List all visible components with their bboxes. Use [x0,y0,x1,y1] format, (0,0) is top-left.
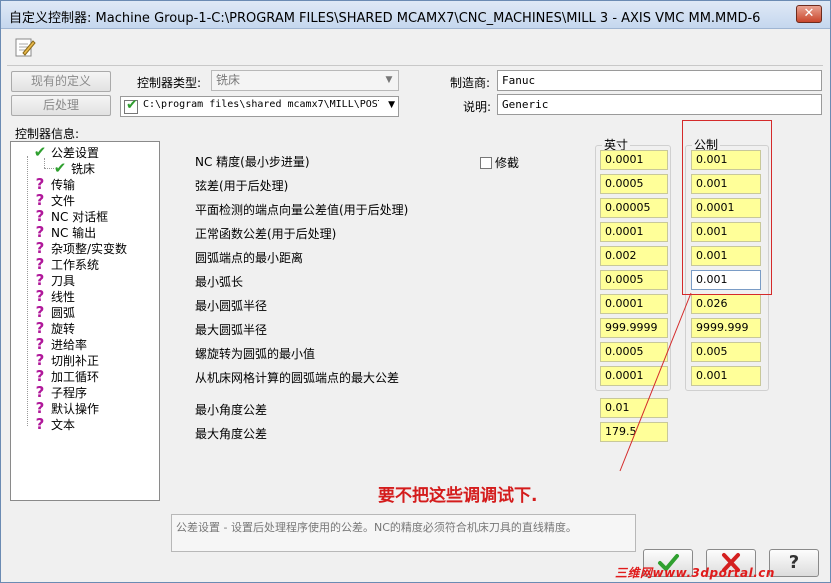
inch-value-field[interactable]: 0.0005 [600,174,668,194]
tree-item-misc-variables[interactable]: ? 杂项整/实变数 [33,239,127,257]
highlight-rectangle [682,120,772,295]
trim-checkbox[interactable]: 修截 [480,154,519,171]
tree-item-tolerance[interactable]: ✔ 公差设置 [33,143,99,161]
manufacturer-label: 制造商: [450,76,491,90]
tree-item-cutter-comp[interactable]: ? 切削补正 [33,351,99,369]
question-icon: ? [35,351,45,369]
question-icon: ? [35,255,45,273]
custom-controller-dialog: 自定义控制器: Machine Group-1-C:\PROGRAM FILES… [0,0,831,583]
inch-value-field[interactable]: 0.002 [600,246,668,266]
tolerance-label: 弦差(用于后处理) [195,179,289,193]
inch-value-field[interactable]: 0.00005 [600,198,668,218]
description-label: 说明: [463,100,492,114]
tolerance-label: NC 精度(最小步进量) [195,155,310,169]
description-field[interactable]: Generic [497,94,822,115]
tolerance-label: 正常函数公差(用于后处理) [195,227,337,241]
tree-item-subprograms[interactable]: ? 子程序 [33,383,87,401]
tree-item-work-system[interactable]: ? 工作系统 [33,255,99,273]
tolerance-label: 最大圆弧半径 [195,323,268,337]
controller-type-label: 控制器类型: [137,76,202,90]
edit-notepad-icon[interactable] [13,35,37,59]
tolerance-label: 平面检测的端点向量公差值(用于后处理) [195,203,409,217]
tree-item-feedrate[interactable]: ? 进给率 [33,335,87,353]
checkbox-box[interactable] [480,157,492,169]
annotation-text: 要不把这些调调试下. [378,486,538,506]
tree-item-rotary[interactable]: ? 旋转 [33,319,75,337]
question-icon: ? [35,239,45,257]
tolerance-label: 最小弧长 [195,275,244,289]
metric-value-field[interactable]: 0.026 [691,294,761,314]
metric-value-field[interactable]: 9999.999 [691,318,761,338]
tolerance-label: 最小圆弧半径 [195,299,268,313]
toolbar-separator [7,65,823,66]
inch-value-field[interactable]: 0.0005 [600,270,668,290]
tree-item-nc-output[interactable]: ? NC 输出 [33,223,97,241]
question-icon: ? [35,383,45,401]
question-icon: ? [35,223,45,241]
tree-connector [27,156,28,426]
help-button[interactable]: ? [769,549,819,577]
question-icon: ? [35,415,45,433]
question-icon: ? [35,367,45,385]
tree-item-nc-dialog[interactable]: ? NC 对话框 [33,207,109,225]
tree-item-linear[interactable]: ? 线性 [33,287,75,305]
question-icon: ? [35,319,45,337]
controller-info-label: 控制器信息: [15,127,80,141]
check-icon: ✔ [33,143,47,161]
tree-item-mill[interactable]: ✔ 铣床 [53,159,95,177]
tree-item-files[interactable]: ? 文件 [33,191,75,209]
post-path-value: C:\program files\shared mcamx7\MILL\POST… [143,99,379,110]
window-title: 自定义控制器: Machine Group-1-C:\PROGRAM FILES… [9,11,761,26]
question-icon: ? [35,335,45,353]
metric-value-field[interactable]: 0.005 [691,342,761,362]
metric-value-field[interactable]: 0.001 [691,366,761,386]
angle-tolerance-label: 最小角度公差 [195,403,268,417]
tree-item-tools[interactable]: ? 刀具 [33,271,75,289]
controller-type-value: 铣床 [216,73,241,87]
tolerance-label: 从机床网格计算的圆弧端点的最大公差 [195,371,400,385]
tree-item-text[interactable]: ? 文本 [33,415,75,433]
watermark: 三维网www.3dportal.cn [615,566,775,580]
check-icon: ✔ [53,159,67,177]
tolerance-label: 圆弧端点的最小距离 [195,251,304,265]
post-checkbox[interactable]: ✔ [124,97,138,114]
chevron-down-icon: ▼ [388,100,395,110]
check-icon: ✔ [126,97,138,113]
question-icon: ? [35,271,45,289]
angle-tolerance-label: 最大角度公差 [195,427,268,441]
tolerance-label: 螺旋转为圆弧的最小值 [195,347,316,361]
existing-definition-button[interactable]: 现有的定义 [11,71,111,92]
question-icon: ? [35,303,45,321]
question-icon: ? [35,207,45,225]
status-description: 公差设置 - 设置后处理程序使用的公差。NC的精度必须符合机床刀具的直线精度。 [171,514,636,552]
question-icon: ? [35,287,45,305]
close-button[interactable]: ✕ [796,5,822,23]
manufacturer-field[interactable]: Fanuc [497,70,822,91]
post-processor-button[interactable]: 后处理 [11,95,111,116]
annotation-arrow-line [619,292,692,472]
inch-value-field[interactable]: 0.0001 [600,222,668,242]
question-icon: ? [35,175,45,193]
controller-info-tree[interactable]: ✔ 公差设置 ✔ 铣床 ? 传输 ? 文件 ? NC 对话框 ? NC 输出 ? 杂项整/实变… [10,141,160,501]
post-path-select[interactable]: ✔ C:\program files\shared mcamx7\MILL\PO… [120,96,399,117]
tree-item-arc[interactable]: ? 圆弧 [33,303,75,321]
inch-value-field[interactable]: 0.0001 [600,150,668,170]
question-icon: ? [35,399,45,417]
tree-item-canned-cycles[interactable]: ? 加工循环 [33,367,99,385]
tree-item-default-ops[interactable]: ? 默认操作 [33,399,99,417]
tree-item-transfer[interactable]: ? 传输 [33,175,75,193]
controller-type-select[interactable]: 铣床 ▼ [211,70,399,91]
chevron-down-icon: ▼ [385,75,393,85]
title-bar: 自定义控制器: Machine Group-1-C:\PROGRAM FILES… [1,1,830,29]
question-icon: ? [35,191,45,209]
